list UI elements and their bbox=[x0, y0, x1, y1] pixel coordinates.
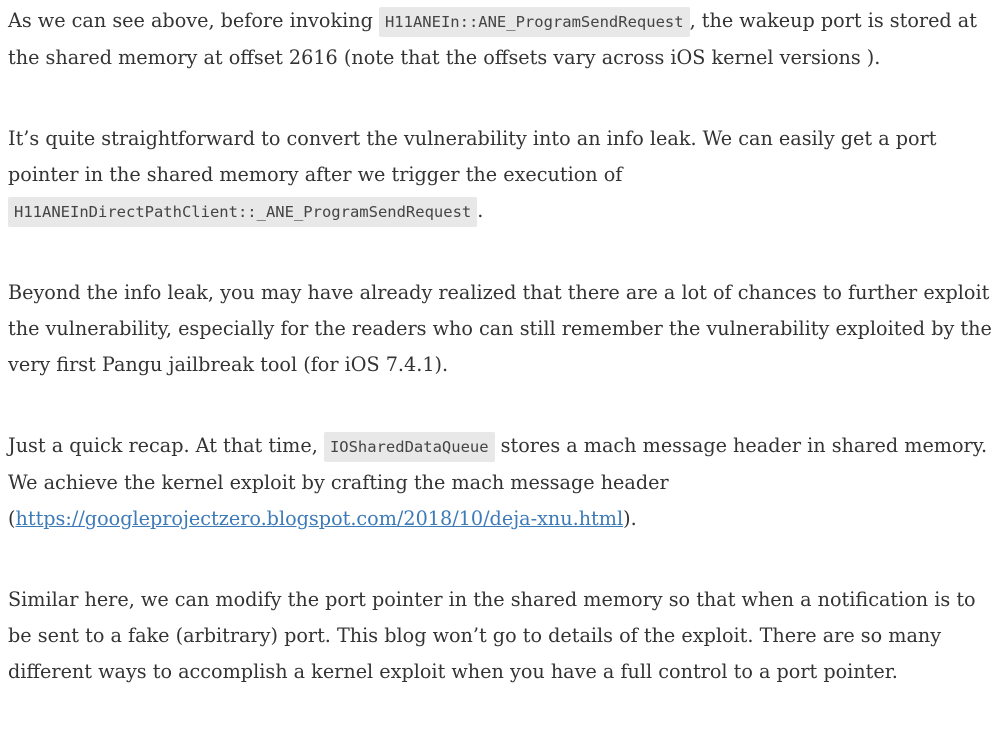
article-body: As we can see above, before invoking H11… bbox=[8, 3, 998, 735]
inline-code: IOSharedDataQueue bbox=[323, 432, 495, 462]
paragraph-info-leak: It’s quite straightforward to convert th… bbox=[8, 121, 998, 230]
paragraph-text: . bbox=[477, 199, 484, 222]
paragraph-text: It’s quite straightforward to convert th… bbox=[8, 127, 937, 186]
paragraph-text: Just a quick recap. At that time, bbox=[8, 434, 324, 457]
project-zero-link[interactable]: https://googleprojectzero.blogspot.com/2… bbox=[16, 507, 624, 530]
paragraph-text: ). bbox=[623, 507, 637, 530]
inline-code: H11ANEIn::ANE_ProgramSendRequest bbox=[378, 7, 690, 37]
paragraph-recap: Just a quick recap. At that time, IOShar… bbox=[8, 428, 998, 537]
paragraph-wakeup-port: As we can see above, before invoking H11… bbox=[8, 3, 998, 76]
paragraph-text: As we can see above, before invoking bbox=[8, 9, 379, 32]
inline-code: H11ANEInDirectPathClient::_ANE_ProgramSe… bbox=[8, 197, 478, 227]
paragraph-beyond-leak: Beyond the info leak, you may have alrea… bbox=[8, 275, 998, 383]
paragraph-similar: Similar here, we can modify the port poi… bbox=[8, 582, 998, 690]
paragraph-text: Beyond the info leak, you may have alrea… bbox=[8, 281, 992, 376]
paragraph-text: Similar here, we can modify the port poi… bbox=[8, 588, 976, 683]
